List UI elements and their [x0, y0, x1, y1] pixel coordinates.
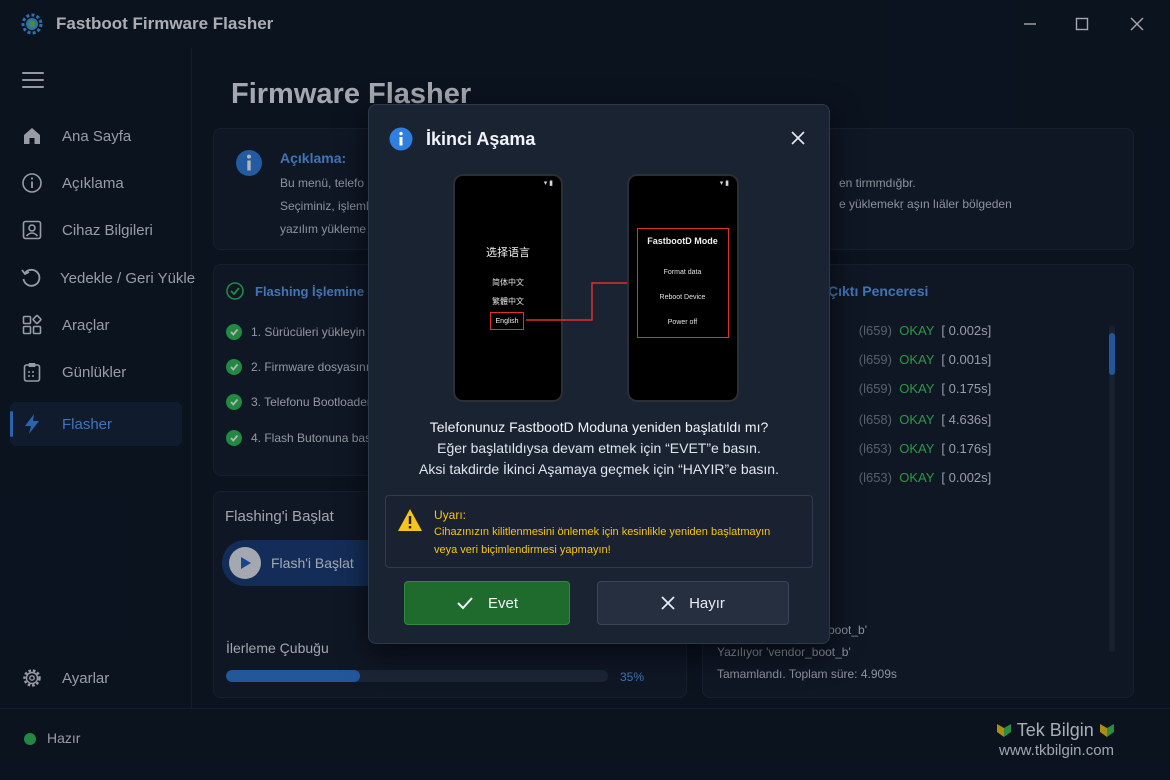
phone-title: 选择语言	[486, 247, 530, 259]
dialog-question: Telefonunuz FastbootD Moduna yeniden baş…	[429, 419, 769, 435]
yes-button-label: Evet	[487, 594, 518, 612]
warning-box: Uyarı: Cihazınızın kilitlenmesini önleme…	[385, 495, 813, 568]
dialog-instruction: Eğer başlatıldıysa devam etmek için “EVE…	[437, 440, 761, 456]
phone-status-icons: ▾ ▮	[719, 180, 729, 187]
arrow-icon	[526, 279, 640, 321]
close-icon	[791, 131, 805, 145]
warning-icon	[398, 509, 422, 531]
phone-status-icons: ▾ ▮	[543, 180, 553, 187]
second-stage-dialog: İkinci Aşama ▾ ▮ 选择语言 简体中文 繁體中文 English …	[368, 104, 830, 644]
dialog-title: İkinci Aşama	[426, 129, 536, 149]
phone-option: Format data	[663, 269, 702, 276]
no-button[interactable]: Hayır	[597, 581, 789, 625]
phone-fastbootd-screen: ▾ ▮ FastbootD Mode Format data Reboot De…	[627, 174, 739, 402]
warning-text: veya veri biçimlendirmesi yapmayın!	[434, 544, 611, 556]
phone-option: Power off	[667, 319, 698, 326]
phone-option: Reboot Device	[659, 294, 706, 301]
close-icon	[661, 596, 675, 610]
phone-option-highlighted: English	[490, 312, 524, 330]
phone-title: FastbootD Mode	[647, 236, 718, 246]
check-icon	[457, 597, 473, 610]
info-icon	[389, 127, 413, 151]
warning-text: Cihazınızın kilitlenmesini önlemek için …	[434, 526, 771, 538]
dialog-close-button[interactable]	[787, 127, 809, 149]
fastbootd-menu-box: FastbootD Mode Format data Reboot Device…	[637, 228, 729, 338]
no-button-label: Hayır	[689, 594, 725, 612]
warning-title: Uyarı:	[434, 508, 467, 522]
dialog-instruction: Aksi takdirde İkinci Aşamaya geçmek için…	[419, 461, 779, 477]
yes-button[interactable]: Evet	[404, 581, 570, 625]
